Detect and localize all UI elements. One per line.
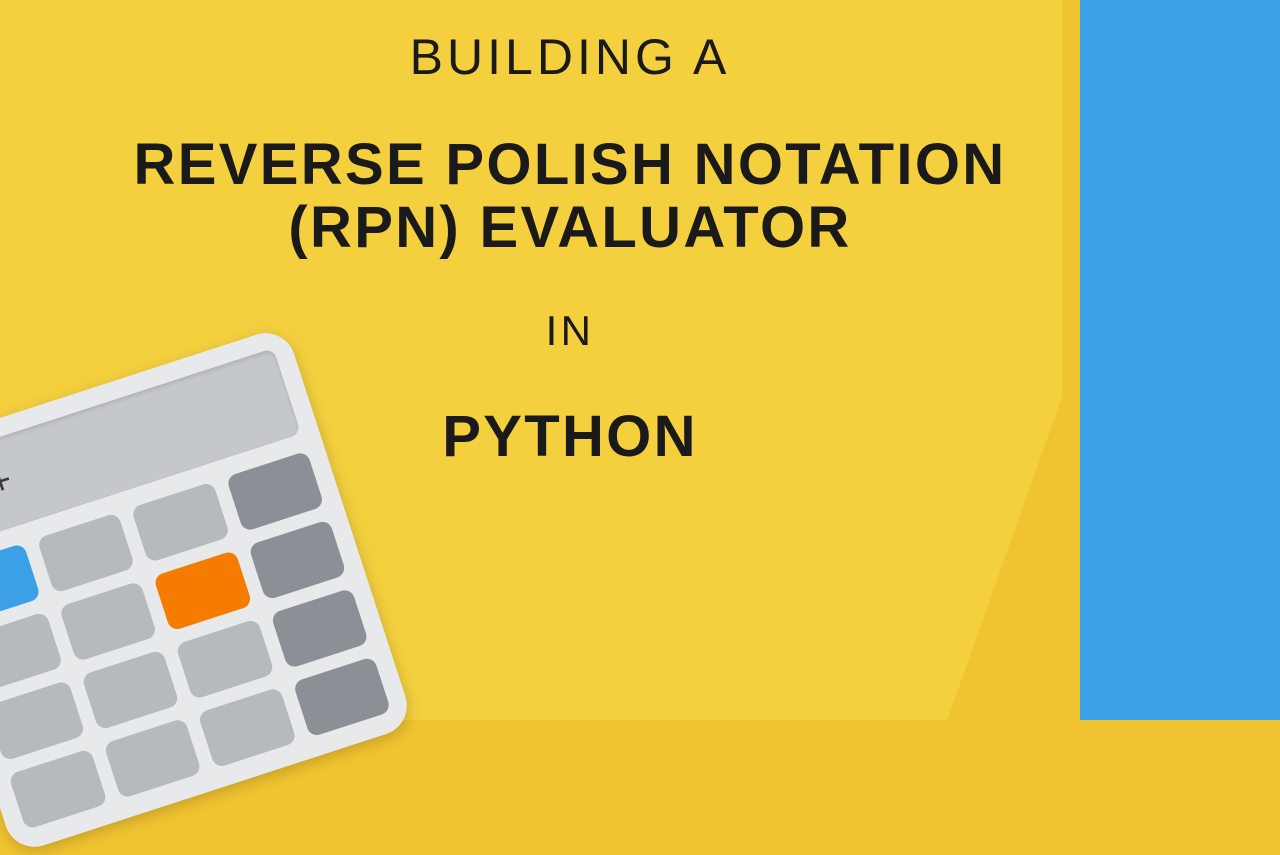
calc-key [153, 550, 252, 632]
calc-key [225, 451, 324, 533]
calc-key [0, 680, 85, 762]
calc-key [81, 649, 180, 731]
calc-key [103, 718, 202, 800]
calc-key [197, 687, 296, 769]
calc-key [270, 588, 369, 670]
title-line-2: REVERSE POLISH NOTATION (RPN) EVALUATOR [120, 134, 1020, 259]
calc-key [58, 581, 157, 663]
calc-key [175, 618, 274, 700]
title-line-1: BUILDING A [120, 28, 1020, 86]
calc-key [0, 611, 63, 693]
calc-key [8, 748, 107, 830]
calc-key [292, 656, 391, 738]
calc-key [131, 482, 230, 564]
calc-key [36, 512, 135, 594]
calc-key [248, 519, 347, 601]
calc-key [0, 543, 41, 625]
blue-background-stripe [1080, 0, 1280, 720]
